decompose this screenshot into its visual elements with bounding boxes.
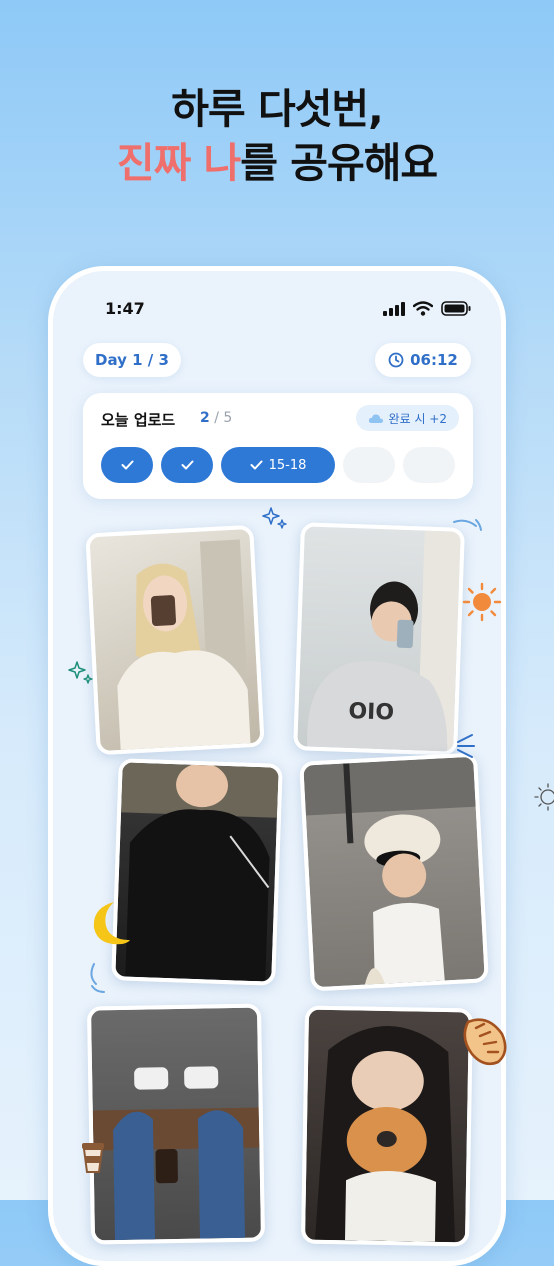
upload-slot-1[interactable] bbox=[101, 447, 153, 483]
headline: 하루 다섯번, 진짜 나를 공유해요 bbox=[0, 82, 554, 190]
cloud-icon bbox=[368, 413, 383, 423]
photo-content bbox=[117, 539, 251, 750]
upload-slot-5[interactable] bbox=[403, 447, 455, 483]
photo-content bbox=[315, 1026, 455, 1243]
headline-line2: 진짜 나를 공유해요 bbox=[0, 136, 554, 190]
upload-slot-3[interactable]: 15-18 bbox=[221, 447, 335, 483]
status-icons bbox=[383, 301, 471, 316]
timer-pill: 06:12 bbox=[375, 343, 471, 377]
accent-lines-icon bbox=[457, 734, 475, 758]
bread-icon bbox=[463, 1018, 507, 1066]
upload-count-total: / 5 bbox=[214, 410, 233, 426]
upload-slot-3-label: 15-18 bbox=[268, 457, 307, 473]
clock-icon bbox=[388, 352, 404, 368]
bonus-pill: 완료 시 +2 bbox=[355, 405, 459, 431]
sun-icon bbox=[462, 582, 502, 622]
photo-man-mirror-selfie[interactable]: OIO bbox=[293, 522, 465, 756]
signal-icon bbox=[383, 301, 405, 316]
day-pill[interactable]: Day 1 / 3 bbox=[83, 343, 181, 377]
sparkle-icon bbox=[68, 661, 93, 684]
upload-slot-2[interactable] bbox=[161, 447, 213, 483]
battery-icon bbox=[441, 301, 471, 316]
photo-content: OIO bbox=[307, 530, 461, 752]
upload-card: 오늘 업로드 2 / 5 완료 시 +2 15-18 bbox=[83, 393, 473, 499]
status-time: 1:47 bbox=[105, 299, 145, 318]
check-icon bbox=[250, 460, 263, 470]
upload-count: 2 / 5 bbox=[200, 410, 232, 426]
check-icon bbox=[121, 460, 133, 470]
day-label: Day 1 / 3 bbox=[95, 351, 169, 369]
photo-sneakers-coffee[interactable] bbox=[86, 1003, 266, 1245]
headline-line1: 하루 다섯번, bbox=[171, 85, 383, 133]
accent-lines-icon bbox=[90, 963, 105, 993]
photo-woman-cap-sunglasses[interactable] bbox=[299, 752, 489, 992]
photo-content bbox=[92, 1066, 260, 1241]
coffee-cup-icon bbox=[82, 1143, 104, 1173]
phone-mockup: 1:47 Day 1 / 3 06:12 오늘 업로드 2 / 5 완료 시 +… bbox=[48, 266, 506, 1266]
moon-icon bbox=[93, 902, 130, 945]
photo-woman-drinking-coffee[interactable] bbox=[85, 524, 265, 756]
sparkle-icon bbox=[262, 507, 287, 529]
headline-accent: 진짜 나 bbox=[116, 139, 241, 187]
upload-title: 오늘 업로드 bbox=[101, 411, 176, 429]
accent-lines-icon bbox=[453, 519, 482, 531]
upload-slot-4[interactable] bbox=[343, 447, 395, 483]
photo-woman-bagel[interactable] bbox=[300, 1005, 474, 1247]
sun-outline-icon bbox=[534, 783, 554, 811]
svg-text:OIO: OIO bbox=[348, 699, 394, 726]
headline-rest: 를 공유해요 bbox=[240, 139, 438, 187]
bonus-label: 완료 시 +2 bbox=[388, 411, 447, 426]
upload-slots: 15-18 bbox=[101, 447, 455, 483]
photo-man-black-jacket[interactable] bbox=[111, 758, 283, 986]
check-icon bbox=[181, 460, 193, 470]
photo-content bbox=[121, 762, 279, 982]
upload-count-done: 2 bbox=[200, 410, 210, 426]
wifi-icon bbox=[413, 301, 433, 316]
photo-content bbox=[303, 756, 476, 985]
timer-label: 06:12 bbox=[410, 351, 458, 369]
